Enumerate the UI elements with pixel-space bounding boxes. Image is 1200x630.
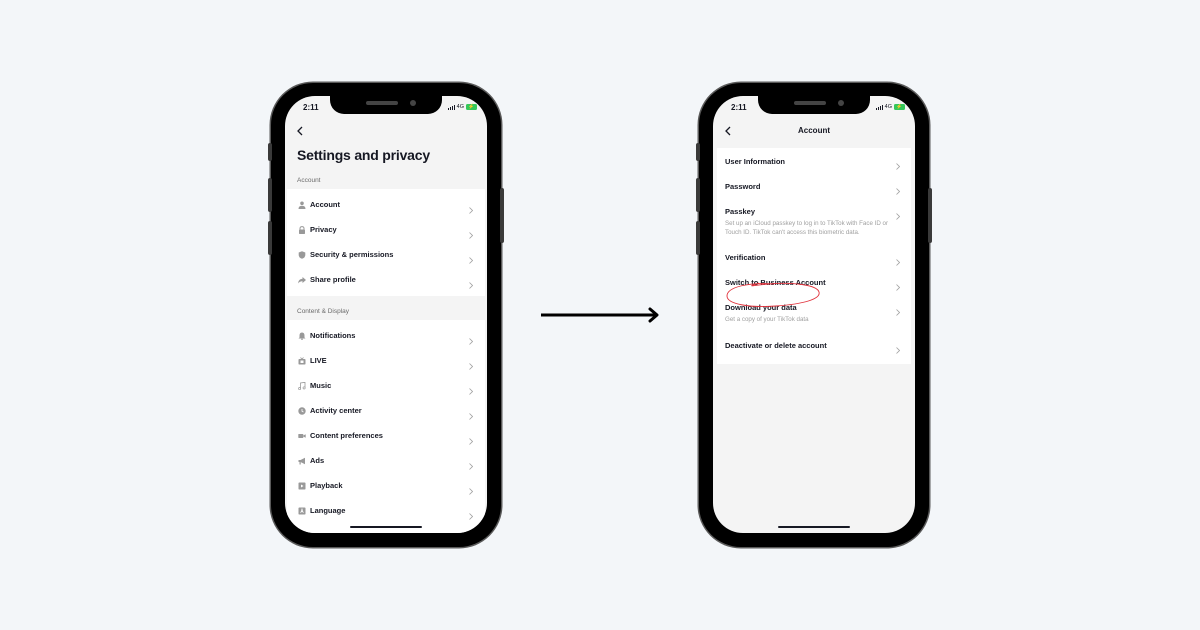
chevron-right-icon [896,253,902,266]
language-icon [297,506,306,515]
settings-item-account[interactable]: Account [287,192,485,217]
chevron-right-icon [469,482,475,495]
chevron-right-icon [469,332,475,345]
power-button [500,188,504,243]
volume-down-button [268,221,272,255]
bell-icon [297,331,306,340]
settings-item-notifications[interactable]: Notifications [287,323,485,348]
status-indicators: 4G ⚡ [447,104,477,110]
page-title: Settings and privacy [297,147,430,163]
mute-switch [268,143,272,161]
chevron-right-icon [469,276,475,289]
chevron-right-icon [469,201,475,214]
settings-item-share-profile[interactable]: Share profile [287,267,485,292]
settings-item-ads[interactable]: Ads [287,448,485,473]
account-item-user-information[interactable]: User Information [717,148,911,173]
network-label: 4G [456,104,464,110]
home-indicator[interactable] [350,525,422,528]
arrow-right-icon [541,307,659,323]
account-item-password[interactable]: Password [717,173,911,198]
network-label: 4G [884,104,892,110]
page-title: Account [798,126,830,135]
passkey-description: Set up an iCloud passkey to log in to Ti… [725,220,889,236]
account-item-deactivate-delete[interactable]: Deactivate or delete account [717,332,911,357]
notch [758,96,870,114]
phone-mockup-settings: 2:11 4G ⚡ Settings and privacy Account A… [268,83,504,547]
settings-item-security[interactable]: Security & permissions [287,242,485,267]
settings-item-playback[interactable]: Playback [287,473,485,498]
chevron-left-icon [297,126,303,136]
lock-icon [297,225,306,234]
chevron-right-icon [896,303,902,316]
share-icon [297,275,306,284]
chevron-right-icon [896,207,902,220]
signal-icon [875,104,883,110]
settings-screen: 2:11 4G ⚡ Settings and privacy Account A… [285,96,487,533]
account-group: Account Privacy Security & permissions S… [287,189,485,296]
phone-mockup-account: 2:11 4G ⚡ Account User Information Passw… [696,83,932,547]
settings-item-language[interactable]: Language [287,498,485,523]
chevron-right-icon [896,182,902,195]
chevron-right-icon [469,382,475,395]
status-indicators: 4G ⚡ [875,104,905,110]
back-button[interactable] [293,124,307,138]
clock-icon [297,406,306,415]
person-icon [297,200,306,209]
chevron-right-icon [469,507,475,520]
home-indicator[interactable] [778,525,850,528]
account-screen: 2:11 4G ⚡ Account User Information Passw… [713,96,915,533]
account-item-passkey[interactable]: Passkey Set up an iCloud passkey to log … [717,198,911,244]
volume-down-button [696,221,700,255]
settings-item-activity-center[interactable]: Activity center [287,398,485,423]
chevron-right-icon [469,432,475,445]
notch [330,96,442,114]
content-display-group: Notifications LIVE Music Activity center [287,320,485,533]
chevron-right-icon [896,278,902,291]
chevron-right-icon [469,251,475,264]
account-item-verification[interactable]: Verification [717,244,911,269]
power-button [928,188,932,243]
settings-item-live[interactable]: LIVE [287,348,485,373]
music-note-icon [297,381,306,390]
chevron-right-icon [469,407,475,420]
settings-item-content-preferences[interactable]: Content preferences [287,423,485,448]
play-square-icon [297,481,306,490]
section-label-account: Account [297,177,321,184]
account-item-switch-to-business[interactable]: Switch to Business Account [717,269,911,294]
chevron-right-icon [469,226,475,239]
battery-charging-icon: ⚡ [466,104,477,110]
megaphone-icon [297,456,306,465]
signal-icon [447,104,455,110]
settings-item-music[interactable]: Music [287,373,485,398]
battery-charging-icon: ⚡ [894,104,905,110]
chevron-right-icon [469,357,475,370]
settings-item-privacy[interactable]: Privacy [287,217,485,242]
chevron-right-icon [896,157,902,170]
mute-switch [696,143,700,161]
shield-icon [297,250,306,259]
account-item-download-data[interactable]: Download your data Get a copy of your Ti… [717,294,911,332]
chevron-right-icon [896,341,902,354]
account-options-group: User Information Password Passkey Set up… [717,148,911,364]
chevron-right-icon [469,457,475,470]
tv-icon [297,356,306,365]
status-time: 2:11 [731,103,747,112]
video-camera-icon [297,431,306,440]
volume-up-button [268,178,272,212]
status-time: 2:11 [303,103,319,112]
section-label-content-display: Content & Display [297,308,350,315]
volume-up-button [696,178,700,212]
download-data-description: Get a copy of your TikTok data [725,316,809,323]
